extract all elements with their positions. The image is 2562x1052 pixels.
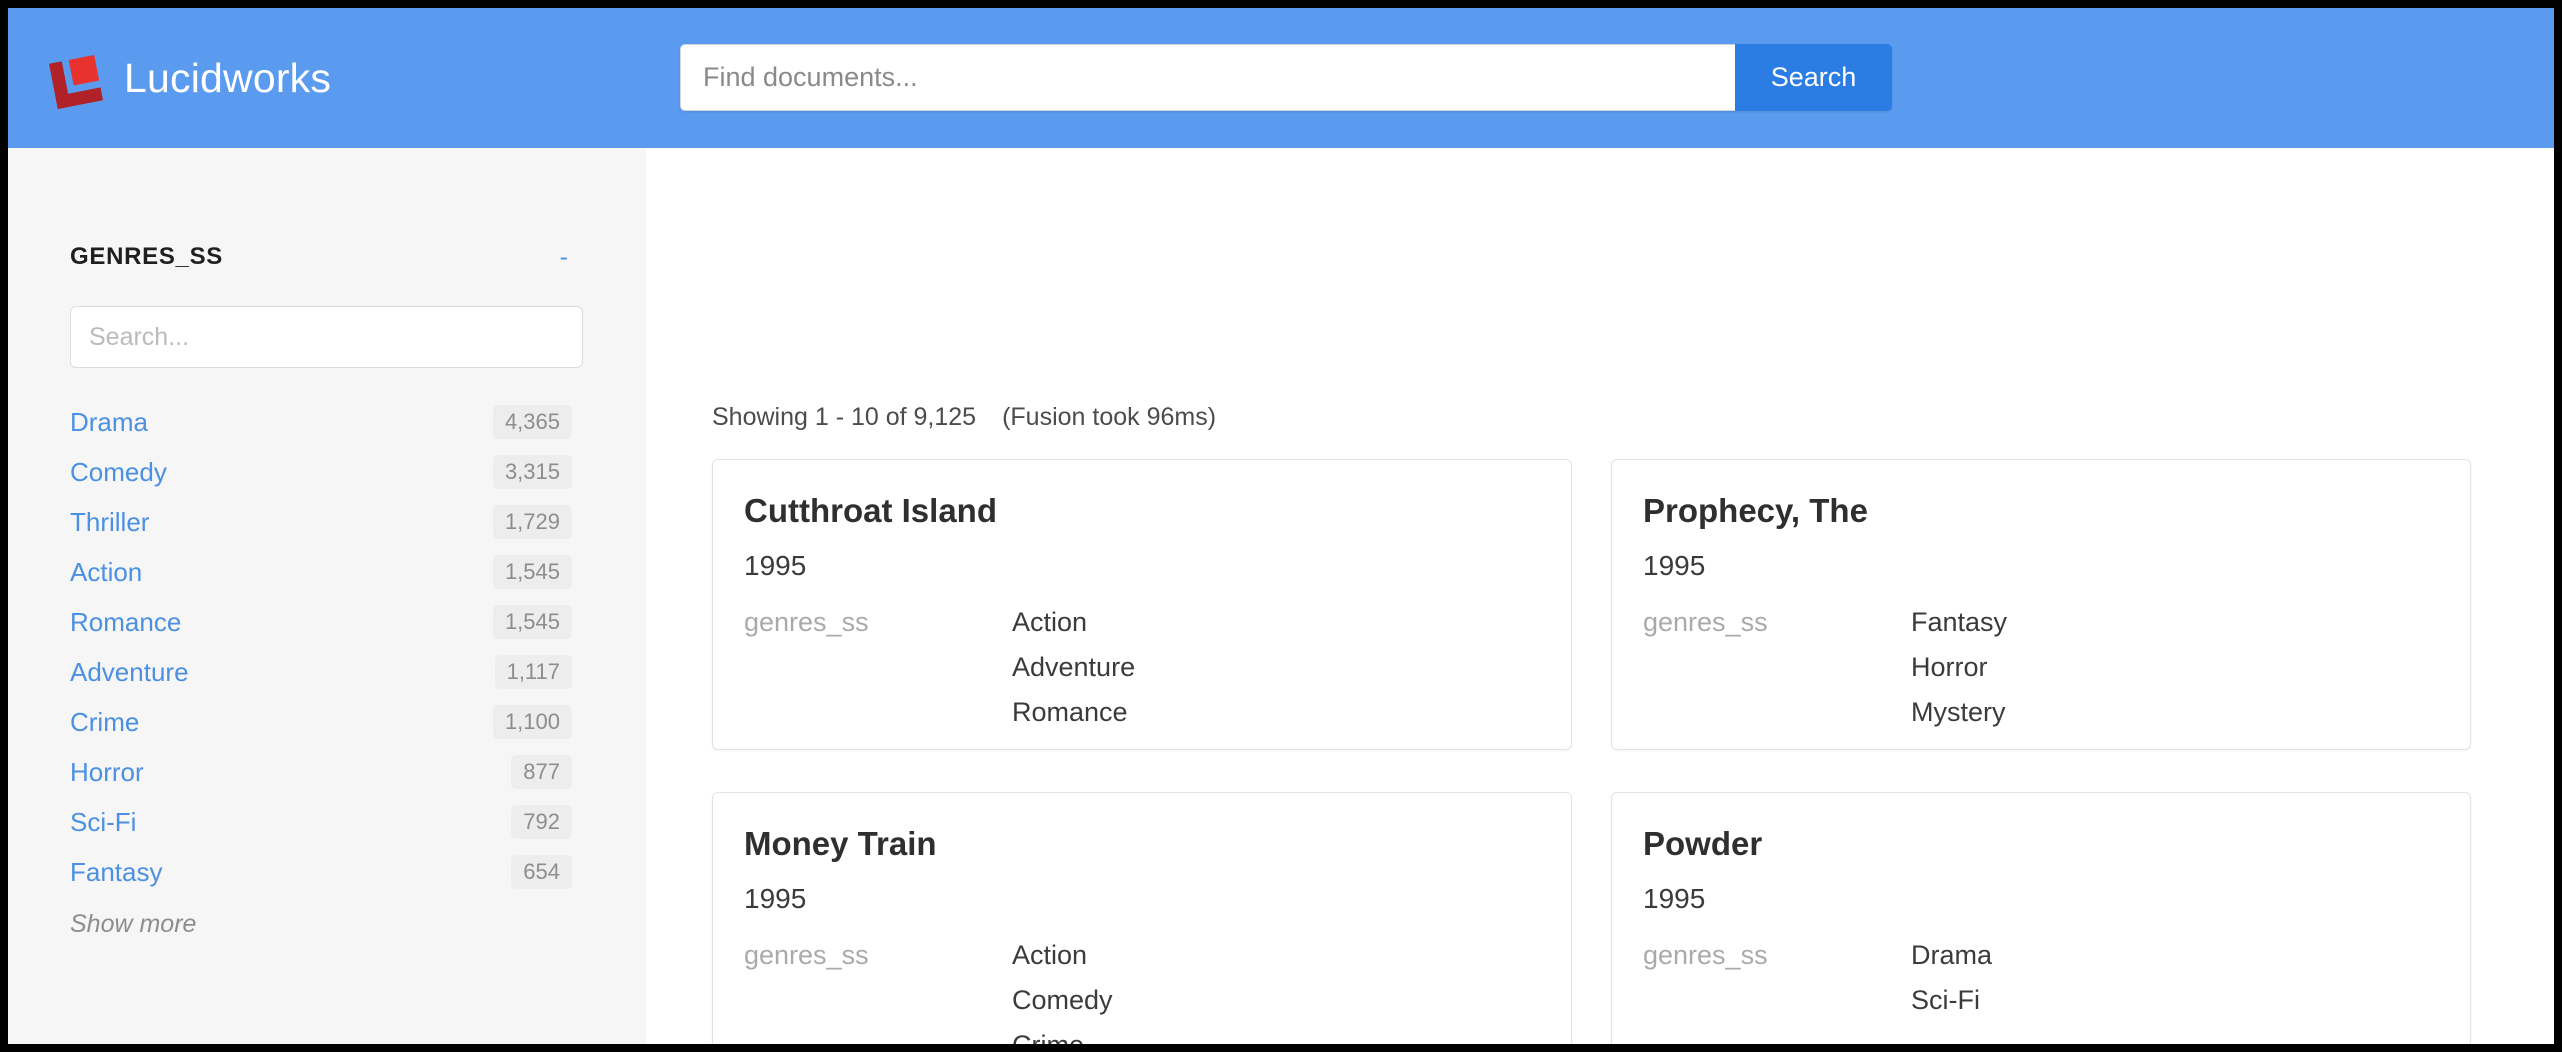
results-summary: Showing 1 - 10 of 9,125 (Fusion took 96ms… (712, 403, 2554, 432)
result-field-value: Action (1012, 606, 1088, 637)
facet-item-label[interactable]: Fantasy (70, 857, 163, 888)
brand[interactable]: Lucidworks (45, 47, 331, 109)
facet-item-label[interactable]: Horror (70, 757, 144, 788)
result-title: Cutthroat Island (744, 492, 997, 529)
result-card[interactable]: Money Train 1995 genres_ss Action Comedy… (712, 792, 1572, 1044)
facet-list-item[interactable]: Drama 4,365 (8, 397, 646, 447)
result-title: Powder (1643, 825, 1763, 862)
facet-item-count: 792 (511, 805, 572, 839)
app-root: Lucidworks Search GENRES_SS - Drama 4,36… (8, 8, 2554, 1044)
facet-list-item[interactable]: Fantasy 654 (8, 847, 646, 897)
result-field-value: Fantasy (1911, 606, 2008, 637)
facet-item-count: 1,729 (492, 505, 572, 539)
search-input[interactable] (680, 44, 1735, 111)
facet-list: Drama 4,365 Comedy 3,315 Thriller 1,729 … (8, 397, 646, 897)
facet-list-item[interactable]: Romance 1,545 (8, 597, 646, 647)
lucidworks-logo-icon (45, 47, 107, 109)
result-field-value: Adventure (1012, 651, 1136, 682)
result-card[interactable]: Powder 1995 genres_ss Drama Sci-Fi (1611, 792, 2471, 1044)
facet-item-count: 1,117 (494, 655, 572, 689)
facet-list-item[interactable]: Sci-Fi 792 (8, 797, 646, 847)
facet-item-label[interactable]: Sci-Fi (70, 807, 136, 838)
facet-item-label[interactable]: Adventure (70, 657, 189, 688)
result-card[interactable]: Cutthroat Island 1995 genres_ss Action A… (712, 459, 1572, 750)
facet-item-label[interactable]: Drama (70, 407, 148, 438)
results-timing-text: (Fusion took 96ms) (1002, 403, 1217, 431)
search-button[interactable]: Search (1735, 44, 1892, 111)
result-fields: genres_ss Action Comedy Crime Drama Thri… (744, 939, 1540, 1044)
facet-header: GENRES_SS - (70, 243, 572, 271)
result-field-values: Action Comedy Crime Drama Thriller (1012, 939, 1113, 1044)
result-year: 1995 (744, 549, 807, 581)
result-field-values: Drama Sci-Fi (1911, 939, 1993, 1015)
result-year: 1995 (744, 882, 807, 914)
result-title: Prophecy, The (1643, 492, 1868, 529)
result-field-values: Fantasy Horror Mystery (1911, 606, 2008, 727)
facet-item-label[interactable]: Comedy (70, 457, 167, 488)
result-field-value: Mystery (1911, 696, 2006, 727)
facet-item-count: 654 (511, 855, 572, 889)
facet-item-count: 1,545 (492, 605, 572, 639)
results-main: Showing 1 - 10 of 9,125 (Fusion took 96ms… (646, 148, 2554, 1044)
facet-search-input[interactable] (70, 306, 583, 368)
facet-item-count: 4,365 (492, 405, 572, 439)
result-field-key: genres_ss (744, 606, 869, 637)
result-year: 1995 (1643, 549, 1706, 581)
result-title: Money Train (744, 825, 937, 862)
facet-collapse-toggle[interactable]: - (556, 244, 572, 270)
result-field-value: Horror (1911, 651, 1988, 682)
facet-item-count: 1,545 (492, 555, 572, 589)
result-year: 1995 (1643, 882, 1706, 914)
facet-item-count: 877 (511, 755, 572, 789)
facet-list-item[interactable]: Crime 1,100 (8, 697, 646, 747)
result-card[interactable]: Prophecy, The 1995 genres_ss Fantasy Hor… (1611, 459, 2471, 750)
facet-item-label[interactable]: Crime (70, 707, 139, 738)
facet-item-label[interactable]: Thriller (70, 507, 149, 538)
result-field-value: Drama (1911, 939, 1993, 970)
result-fields: genres_ss Drama Sci-Fi (1643, 939, 2439, 1015)
facet-item-count: 1,100 (492, 705, 572, 739)
facet-sidebar: GENRES_SS - Drama 4,365 Comedy 3,315 Thr… (8, 148, 646, 1044)
facet-item-label[interactable]: Action (70, 557, 142, 588)
facet-list-item[interactable]: Adventure 1,117 (8, 647, 646, 697)
facet-item-label[interactable]: Romance (70, 607, 181, 638)
result-field-key: genres_ss (744, 939, 869, 970)
result-field-key: genres_ss (1643, 939, 1768, 970)
results-grid: Cutthroat Island 1995 genres_ss Action A… (712, 459, 2554, 1044)
result-fields: genres_ss Action Adventure Romance (744, 606, 1540, 727)
body: GENRES_SS - Drama 4,365 Comedy 3,315 Thr… (8, 148, 2554, 1044)
facet-list-item[interactable]: Horror 877 (8, 747, 646, 797)
result-field-value: Action (1012, 939, 1088, 970)
facet-list-item[interactable]: Thriller 1,729 (8, 497, 646, 547)
result-fields: genres_ss Fantasy Horror Mystery (1643, 606, 2439, 727)
show-more-link[interactable]: Show more (70, 910, 196, 939)
result-field-value: Comedy (1012, 984, 1113, 1015)
result-field-value: Crime (1012, 1031, 1113, 1044)
facet-list-item[interactable]: Action 1,545 (8, 547, 646, 597)
app-header: Lucidworks Search (8, 8, 2554, 148)
facet-item-count: 3,315 (492, 455, 572, 489)
result-field-value: Romance (1012, 696, 1128, 727)
brand-name: Lucidworks (124, 54, 332, 101)
facet-list-item[interactable]: Comedy 3,315 (8, 447, 646, 497)
result-field-key: genres_ss (1643, 606, 1768, 637)
result-field-values: Action Adventure Romance (1012, 606, 1136, 727)
result-field-value: Sci-Fi (1911, 984, 1980, 1015)
results-count-text: Showing 1 - 10 of 9,125 (712, 403, 977, 431)
search-bar: Search (680, 44, 1892, 111)
facet-title: GENRES_SS (70, 243, 224, 270)
